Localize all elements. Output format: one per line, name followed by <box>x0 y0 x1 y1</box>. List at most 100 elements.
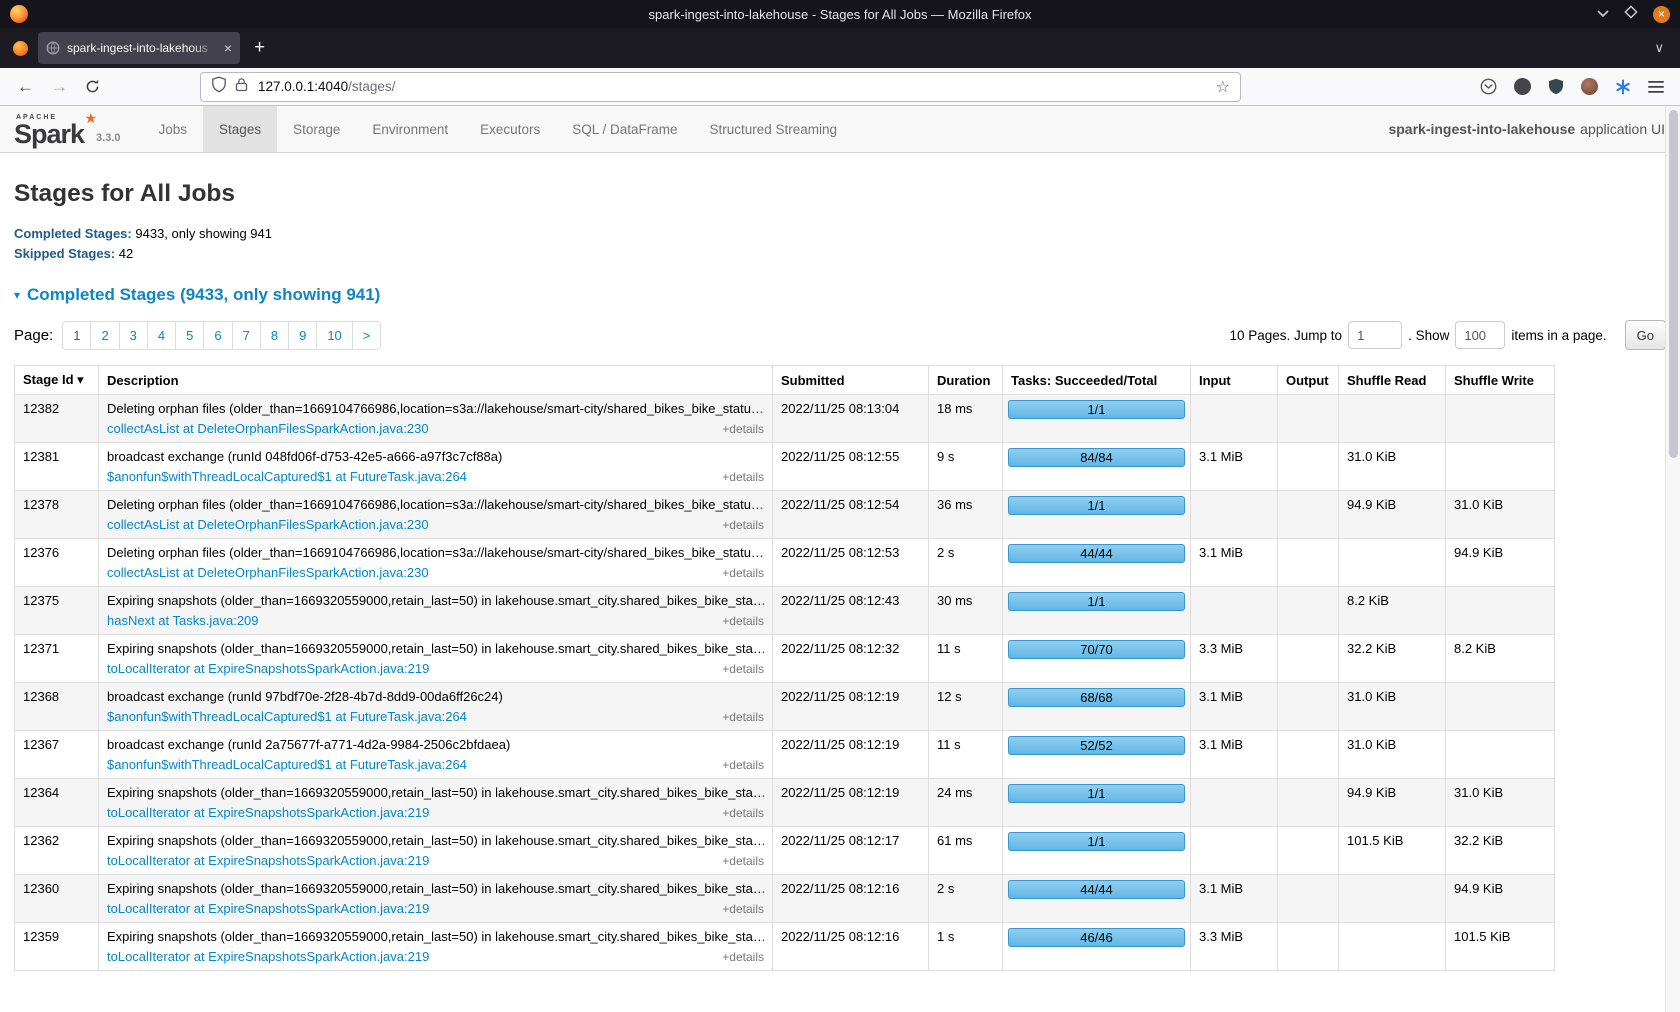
details-toggle[interactable]: +details <box>714 710 764 724</box>
column-header[interactable]: Output <box>1278 366 1339 395</box>
page-button[interactable]: 5 <box>175 321 204 350</box>
spark-nav-item[interactable]: Environment <box>356 106 464 152</box>
submitted-cell: 2022/11/25 08:12:19 <box>773 779 929 827</box>
close-icon[interactable]: × <box>1653 6 1670 23</box>
stage-callsite-link[interactable]: toLocalIterator at ExpireSnapshotsSparkA… <box>107 805 429 820</box>
tasks-progress-bar: 70/70 <box>1008 640 1185 659</box>
stage-callsite-link[interactable]: $anonfun$withThreadLocalCaptured$1 at Fu… <box>107 469 467 484</box>
account-avatar-icon[interactable] <box>1514 78 1531 95</box>
column-header[interactable]: Stage Id ▾ <box>15 366 99 395</box>
back-button[interactable]: ← <box>17 78 34 95</box>
details-toggle[interactable]: +details <box>714 758 764 772</box>
spark-nav-item[interactable]: Structured Streaming <box>694 106 854 152</box>
spark-nav-item[interactable]: Stages <box>203 106 277 152</box>
new-tab-button[interactable]: + <box>254 37 265 59</box>
stage-callsite-link[interactable]: toLocalIterator at ExpireSnapshotsSparkA… <box>107 949 429 964</box>
tasks-progress-bar: 44/44 <box>1008 544 1185 563</box>
stage-callsite-link[interactable]: hasNext at Tasks.java:209 <box>107 613 259 628</box>
go-button[interactable]: Go <box>1625 320 1666 350</box>
url-text[interactable]: 127.0.0.1:4040/stages/ <box>258 79 395 94</box>
tasks-cell: 1/1 <box>1003 779 1191 827</box>
scrollbar[interactable] <box>1665 107 1680 1012</box>
scrollbar-thumb[interactable] <box>1669 110 1678 458</box>
jump-to-page-input[interactable] <box>1348 321 1402 349</box>
skipped-stages-link[interactable]: Skipped Stages: <box>14 246 115 261</box>
stage-callsite-link[interactable]: collectAsList at DeleteOrphanFilesSparkA… <box>107 421 429 436</box>
menu-hamburger-icon[interactable] <box>1648 80 1664 94</box>
page-button[interactable]: 7 <box>232 321 261 350</box>
shuffle-read-cell: 101.5 KiB <box>1339 827 1446 875</box>
details-toggle[interactable]: +details <box>714 566 764 580</box>
spark-nav-item[interactable]: Executors <box>464 106 556 152</box>
shuffle-read-cell <box>1339 875 1446 923</box>
column-header[interactable]: Description <box>99 366 773 395</box>
firefox-view-icon[interactable] <box>13 41 28 56</box>
minimize-icon[interactable] <box>1597 5 1609 23</box>
output-cell <box>1278 683 1339 731</box>
extension-asterisk-icon[interactable] <box>1615 79 1631 95</box>
skipped-stages-value: 42 <box>119 246 133 261</box>
page-button[interactable]: 3 <box>119 321 148 350</box>
stage-callsite-link[interactable]: toLocalIterator at ExpireSnapshotsSparkA… <box>107 661 429 676</box>
forward-button[interactable]: → <box>51 78 68 95</box>
spark-nav-item[interactable]: SQL / DataFrame <box>556 106 693 152</box>
url-bar[interactable]: 127.0.0.1:4040/stages/ ☆ <box>200 72 1241 102</box>
bookmark-star-icon[interactable]: ☆ <box>1216 77 1230 97</box>
details-toggle[interactable]: +details <box>714 614 764 628</box>
duration-cell: 24 ms <box>929 779 1003 827</box>
details-toggle[interactable]: +details <box>714 854 764 868</box>
completed-stages-section-toggle[interactable]: ▾ Completed Stages (9433, only showing 9… <box>14 285 1666 305</box>
pocket-icon[interactable] <box>1480 78 1497 95</box>
page-button[interactable]: 9 <box>288 321 317 350</box>
tab-close-icon[interactable]: × <box>224 40 232 56</box>
connection-security-lock-icon[interactable] <box>235 77 248 97</box>
details-toggle[interactable]: +details <box>714 422 764 436</box>
extension-avatar-icon[interactable] <box>1581 78 1598 95</box>
input-cell: 3.1 MiB <box>1191 683 1278 731</box>
list-tabs-icon[interactable]: ∨ <box>1654 40 1664 56</box>
submitted-cell: 2022/11/25 08:12:16 <box>773 875 929 923</box>
spark-nav-item[interactable]: Jobs <box>143 106 204 152</box>
browser-tab[interactable]: spark-ingest-into-lakehous × <box>38 32 240 64</box>
stage-description: Expiring snapshots (older_than=166932055… <box>107 929 764 944</box>
page-button[interactable]: > <box>352 321 382 350</box>
page-button[interactable]: 10 <box>316 321 352 350</box>
stage-callsite-link[interactable]: collectAsList at DeleteOrphanFilesSparkA… <box>107 565 429 580</box>
stage-callsite-link[interactable]: toLocalIterator at ExpireSnapshotsSparkA… <box>107 901 429 916</box>
details-toggle[interactable]: +details <box>714 950 764 964</box>
application-suffix: application UI <box>1580 121 1665 137</box>
spark-logo[interactable]: APACHE Spark ★ 3.3.0 <box>0 106 137 152</box>
page-button[interactable]: 8 <box>260 321 289 350</box>
reload-button[interactable] <box>85 79 100 94</box>
column-header[interactable]: Input <box>1191 366 1278 395</box>
page-button[interactable]: 6 <box>203 321 232 350</box>
details-toggle[interactable]: +details <box>714 902 764 916</box>
adblock-shield-icon[interactable] <box>1548 78 1564 95</box>
shuffle-write-cell: 31.0 KiB <box>1446 491 1555 539</box>
stage-callsite-link[interactable]: collectAsList at DeleteOrphanFilesSparkA… <box>107 517 429 532</box>
description-cell: Expiring snapshots (older_than=166932055… <box>99 875 773 923</box>
column-header[interactable]: Submitted <box>773 366 929 395</box>
tasks-progress-label: 1/1 <box>1087 786 1105 801</box>
details-toggle[interactable]: +details <box>714 806 764 820</box>
column-header[interactable]: Tasks: Succeeded/Total <box>1003 366 1191 395</box>
details-toggle[interactable]: +details <box>714 662 764 676</box>
output-cell <box>1278 395 1339 443</box>
stage-callsite-link[interactable]: $anonfun$withThreadLocalCaptured$1 at Fu… <box>107 709 467 724</box>
completed-stages-link[interactable]: Completed Stages: <box>14 226 132 241</box>
tracking-protection-shield-icon[interactable] <box>211 76 227 98</box>
column-header[interactable]: Duration <box>929 366 1003 395</box>
details-toggle[interactable]: +details <box>714 470 764 484</box>
stage-description: Expiring snapshots (older_than=166932055… <box>107 785 764 800</box>
stage-callsite-link[interactable]: toLocalIterator at ExpireSnapshotsSparkA… <box>107 853 429 868</box>
page-button[interactable]: 4 <box>147 321 176 350</box>
column-header[interactable]: Shuffle Read <box>1339 366 1446 395</box>
details-toggle[interactable]: +details <box>714 518 764 532</box>
spark-nav-item[interactable]: Storage <box>277 106 356 152</box>
items-per-page-input[interactable] <box>1455 321 1505 349</box>
page-button[interactable]: 2 <box>90 321 119 350</box>
maximize-icon[interactable] <box>1624 5 1638 24</box>
column-header[interactable]: Shuffle Write <box>1446 366 1555 395</box>
page-button[interactable]: 1 <box>62 321 91 350</box>
stage-callsite-link[interactable]: $anonfun$withThreadLocalCaptured$1 at Fu… <box>107 757 467 772</box>
